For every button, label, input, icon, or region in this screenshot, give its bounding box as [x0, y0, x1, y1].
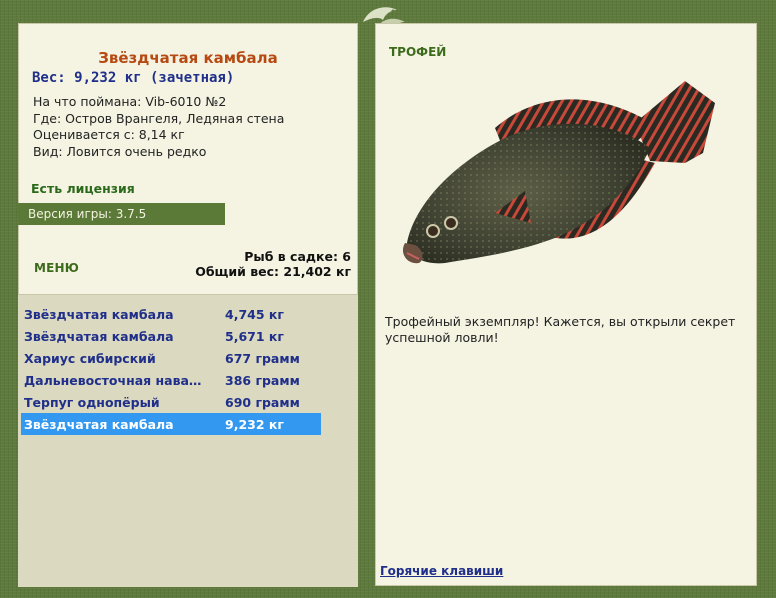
catch-row[interactable]: Хариус сибирский 677 грамм — [21, 347, 321, 369]
catch-location: Где: Остров Врангеля, Ледяная стена — [33, 110, 285, 126]
catch-row[interactable]: Звёздчатая камбала 5,671 кг — [21, 325, 321, 347]
keepnet-count: Рыб в садке: 6 — [244, 249, 351, 264]
rating-threshold: Оценивается с: 8,14 кг — [33, 127, 185, 143]
species-rarity: Вид: Ловится очень редко — [33, 143, 207, 159]
fish-details: На что поймана: Vib-6010 №2 Где: Остров … — [33, 94, 284, 160]
keepnet-total-weight: Общий вес: 21,402 кг — [195, 264, 351, 279]
fish-weight: Вес: 9,232 кг (зачетная) — [32, 70, 235, 86]
catch-fish-name: Звёздчатая камбала — [24, 416, 174, 432]
catch-method: На что поймана: Vib-6010 №2 — [33, 94, 227, 109]
catch-fish-weight: 5,671 кг — [225, 328, 284, 344]
catch-fish-weight: 690 грамм — [225, 394, 300, 410]
catch-row[interactable]: Дальневосточная нава… 386 грамм — [21, 369, 321, 391]
catch-list: Звёздчатая камбала 4,745 кг Звёздчатая кам… — [21, 303, 321, 435]
license-status: Есть лицензия — [31, 181, 135, 196]
fish-info-panel: Звёздчатая камбала Вес: 9,232 кг (зачетн… — [18, 23, 358, 587]
keepnet-summary: Рыб в садке: 6 Общий вес: 21,402 кг — [195, 249, 351, 279]
starry-flounder-image — [402, 81, 715, 264]
catch-fish-weight: 4,745 кг — [225, 306, 284, 322]
trophy-panel: ТРОФЕЙ Трофейный экземпляр! Кажется, вы … — [375, 23, 757, 586]
catch-list-area: Звёздчатая камбала 4,745 кг Звёздчатая кам… — [18, 294, 358, 587]
menu-button[interactable]: МЕНЮ — [34, 261, 79, 275]
hotkeys-link[interactable]: Горячие клавиши — [380, 564, 503, 578]
catch-fish-name: Дальневосточная нава… — [24, 372, 202, 388]
trophy-message: Трофейный экземпляр! Кажется, вы открыли… — [385, 314, 736, 345]
game-version-bar: Версия игры: 3.7.5 — [18, 203, 225, 225]
catch-fish-name: Звёздчатая камбала — [24, 328, 174, 344]
catch-fish-name: Звёздчатая камбала — [24, 306, 174, 322]
catch-fish-weight: 9,232 кг — [225, 416, 284, 432]
catch-fish-name: Терпуг однопёрый — [24, 394, 160, 410]
catch-fish-weight: 677 грамм — [225, 350, 300, 366]
catch-row[interactable]: Терпуг однопёрый 690 грамм — [21, 391, 321, 413]
catch-row[interactable]: Звёздчатая камбала 4,745 кг — [21, 303, 321, 325]
catch-fish-weight: 386 грамм — [225, 372, 300, 388]
catch-fish-name: Хариус сибирский — [24, 350, 156, 366]
fish-name: Звёздчатая камбала — [98, 49, 278, 67]
catch-row[interactable]: Звёздчатая камбала 9,232 кг — [21, 413, 321, 435]
